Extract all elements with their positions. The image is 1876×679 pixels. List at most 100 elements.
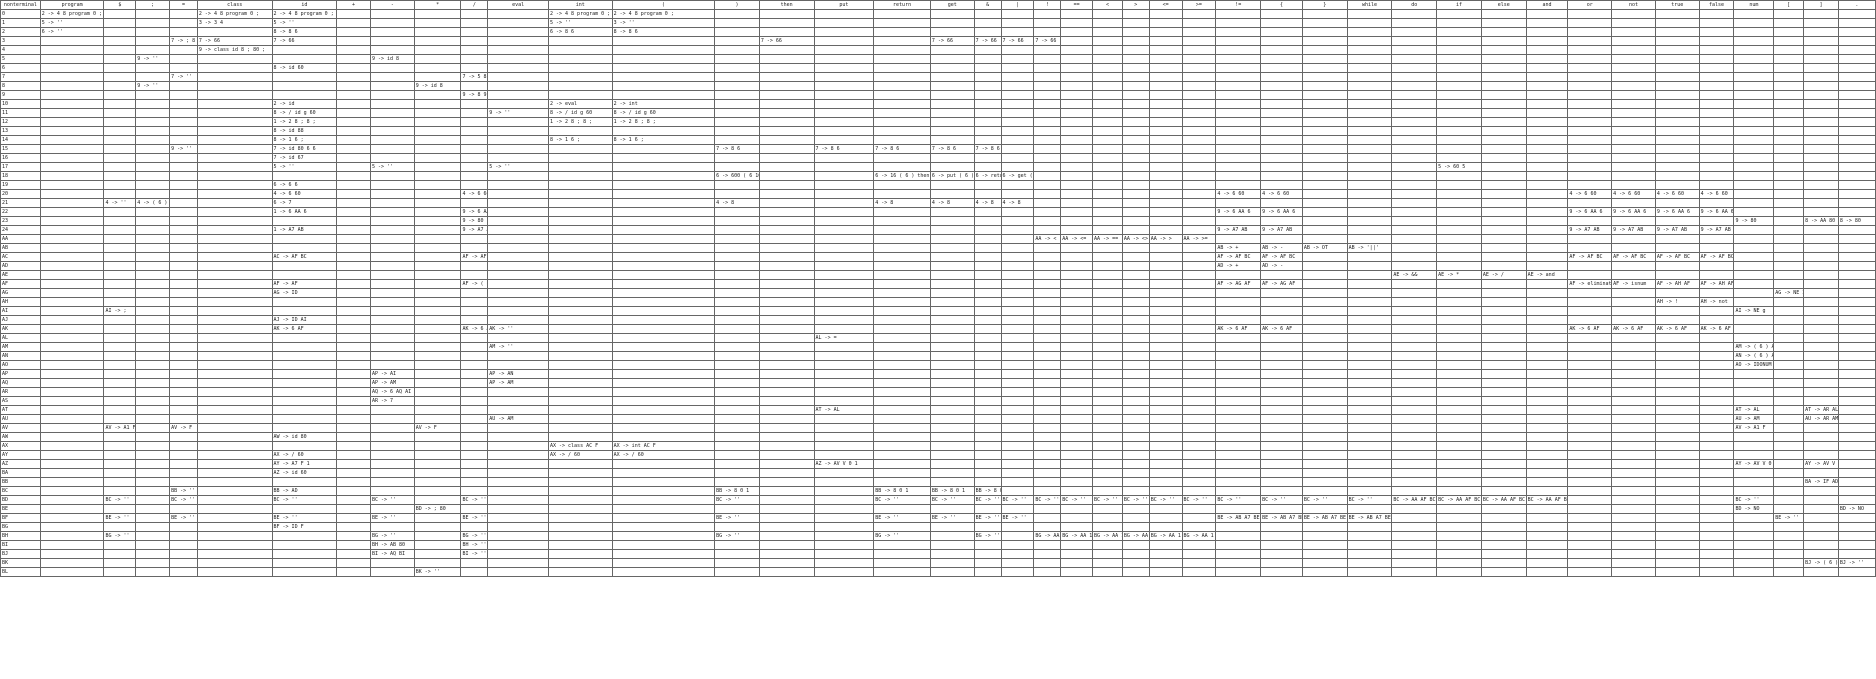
table-row: AE AE -> && AE -> * AE -> / AE -> and [0,270,1876,280]
table-cell [714,423,760,433]
table-cell: 4 -> '' [103,198,137,208]
table-row: AY AX -> / 60 AX -> / 60 AX -> / 60 [0,450,1876,460]
table-cell [369,486,415,496]
table-cell [1733,549,1775,559]
table-cell [1000,360,1035,370]
table-cell: BK -> '' [413,567,462,577]
table-cell [1733,144,1775,154]
table-cell [1567,171,1613,181]
table-cell [1525,360,1569,370]
table-cell [103,162,137,172]
table-cell [1391,486,1438,496]
table-cell [103,216,137,226]
table-cell [1567,558,1613,568]
table-cell [1567,117,1613,127]
table-cell [1611,135,1656,145]
table-cell [973,234,1002,244]
table-cell [1181,558,1217,568]
table-cell [1346,189,1393,199]
table-cell [547,513,613,523]
table-cell [135,387,171,397]
table-cell [1121,162,1150,172]
table-cell [487,405,549,415]
table-cell [1301,261,1348,271]
table-cell [758,513,815,523]
table-cell [1837,297,1876,307]
table-cell [547,270,613,280]
table-cell: 4 -> 8 [873,198,931,208]
table-cell [103,324,137,334]
table-cell [103,414,137,424]
table-cell: BC -> '' [1301,495,1348,505]
table-cell [1391,351,1438,361]
table-cell [973,45,1002,55]
table-cell: AB -> + [1215,243,1262,253]
table-cell [1733,333,1775,343]
table-cell [1391,99,1438,109]
table-cell [1391,81,1438,91]
table-cell [1480,261,1527,271]
table-cell [1301,252,1348,262]
table-cell [1215,234,1262,244]
table-cell [929,18,975,28]
table-cell: 8 -> id 60 [271,63,338,73]
table-cell: AK -> 6 AF [1611,324,1656,334]
table-cell [1837,441,1876,451]
table-cell [1773,342,1805,352]
table-cell [1092,135,1123,145]
table-cell [813,315,875,325]
table-cell [873,342,931,352]
table-cell [813,207,875,217]
column-header: class [196,0,273,10]
table-cell: 5 -> '' [487,162,549,172]
table-cell [547,549,613,559]
table-cell [39,234,105,244]
table-cell [1611,468,1656,478]
table-cell [1611,153,1656,163]
table-cell [1525,36,1569,46]
table-cell [1480,54,1527,64]
table-cell [1060,216,1094,226]
table-cell [413,342,462,352]
row-label: AR [0,387,41,397]
table-cell [1092,126,1123,136]
table-cell [196,135,273,145]
table-cell [487,540,549,550]
table-cell [1654,531,1700,541]
table-cell [973,180,1002,190]
table-cell [758,225,815,235]
column-header: [ [1773,0,1805,10]
table-cell [169,504,198,514]
table-cell [1121,171,1150,181]
table-cell [813,198,875,208]
table-cell [611,432,716,442]
table-cell [1567,243,1613,253]
table-cell [1215,288,1262,298]
table-cell [973,459,1002,469]
table-cell [1033,180,1062,190]
table-cell [271,549,338,559]
table-cell [271,342,338,352]
table-cell: 8 -> 80 [1837,216,1876,226]
table-cell [369,9,415,19]
table-cell [103,477,137,487]
table-cell [487,270,549,280]
table-cell [103,144,137,154]
table-cell [1480,477,1527,487]
column-header: false [1698,0,1735,10]
table-cell [1060,135,1094,145]
table-cell [929,432,975,442]
table-cell [1773,558,1805,568]
table-cell: AF -> AF BC [1698,252,1735,262]
table-cell [487,450,549,460]
table-cell [196,459,273,469]
table-cell [369,153,415,163]
table-cell [1525,171,1569,181]
table-row: AKAK -> 6 AFAK -> 6 AFAK -> ''AK -> 6 AF… [0,324,1876,334]
table-cell [1121,216,1150,226]
table-cell [196,225,273,235]
table-cell [1060,252,1094,262]
table-cell [135,117,171,127]
table-cell [1260,54,1303,64]
table-cell [460,360,489,370]
